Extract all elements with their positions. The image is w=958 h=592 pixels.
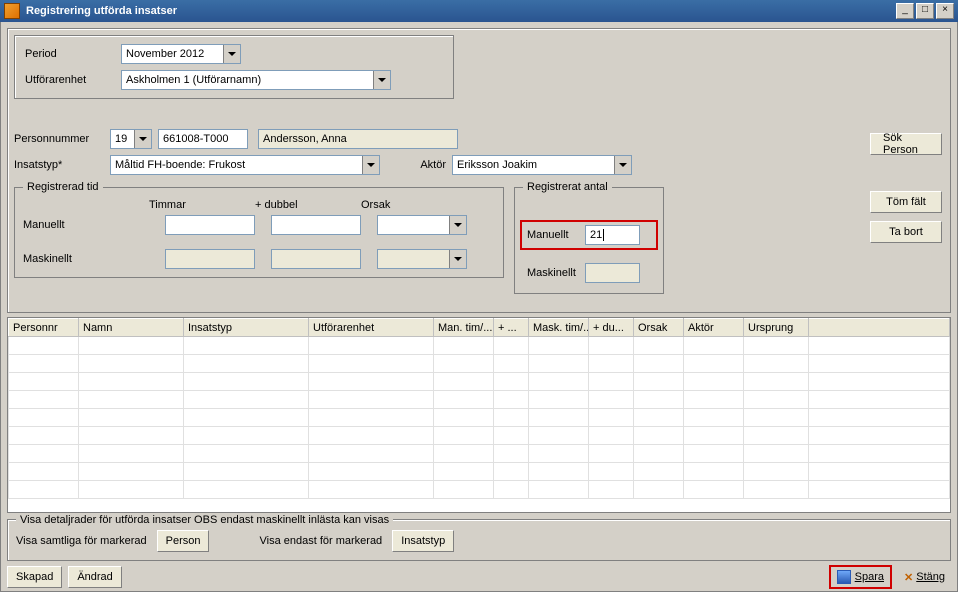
table-row[interactable]: [9, 391, 950, 409]
titlebar: Registrering utförda insatser _ □ ×: [0, 0, 958, 22]
insatstyp-button[interactable]: Insatstyp: [392, 530, 454, 552]
period-label: Period: [25, 48, 115, 60]
pnr-value: 661008-T000: [163, 133, 228, 145]
grid-header[interactable]: Man. tim/...: [434, 319, 494, 337]
plus-dubbel-label: + dubbel: [255, 199, 345, 211]
maskinellt-timmar-display: [165, 249, 255, 269]
insatstyp-select[interactable]: Måltid FH-boende: Frukost: [110, 155, 380, 175]
maximize-button[interactable]: □: [916, 3, 934, 19]
detail-legend: Visa detaljrader för utförda insatser OB…: [16, 514, 393, 526]
stang-button[interactable]: ✕ Stäng: [898, 568, 951, 587]
grid-header[interactable]: Aktör: [684, 319, 744, 337]
period-panel: Period November 2012 Utförarenhet Askhol…: [14, 35, 454, 99]
insatstyp-label: Insatstyp*: [14, 159, 104, 171]
registrerad-tid-fieldset: Registrerad tid Timmar + dubbel Orsak Ma…: [14, 181, 504, 278]
stang-label: Stäng: [916, 571, 945, 583]
grid-header[interactable]: + ...: [494, 319, 529, 337]
aktor-label: Aktör: [406, 159, 446, 171]
table-row[interactable]: [9, 373, 950, 391]
utforarenhet-value: Askholmen 1 (Utförarnamn): [126, 74, 261, 86]
insatstyp-value: Måltid FH-boende: Frukost: [115, 159, 245, 171]
manuellt-antal-input[interactable]: 21: [585, 225, 640, 245]
personnummer-label: Personnummer: [14, 133, 104, 145]
manuellt-antal-value: 21: [590, 229, 602, 241]
reg-antal-legend: Registrerat antal: [523, 181, 612, 193]
results-grid[interactable]: PersonnrNamnInsatstypUtförarenhetMan. ti…: [7, 317, 951, 513]
chevron-down-icon: [373, 71, 390, 89]
manuellt-orsak-select[interactable]: [377, 215, 467, 235]
side-buttons: Sök Person Töm fält Ta bort: [870, 133, 942, 243]
visa-endast-label: Visa endast för markerad: [259, 535, 382, 547]
grid-header[interactable]: Orsak: [634, 319, 684, 337]
chevron-down-icon: [362, 156, 379, 174]
grid-header[interactable]: Mask. tim/...: [529, 319, 589, 337]
registrerat-antal-fieldset: Registrerat antal Manuellt 21 Maskinellt: [514, 181, 664, 294]
close-window-button[interactable]: ×: [936, 3, 954, 19]
chevron-down-icon: [449, 250, 466, 268]
grid-header-spacer: [809, 319, 950, 337]
century-select[interactable]: 19: [110, 129, 152, 149]
grid-header[interactable]: Namn: [79, 319, 184, 337]
aktor-select[interactable]: Eriksson Joakim: [452, 155, 632, 175]
grid-header[interactable]: Insatstyp: [184, 319, 309, 337]
spara-button[interactable]: Spara: [829, 565, 892, 589]
table-row[interactable]: [9, 427, 950, 445]
window-body: Period November 2012 Utförarenhet Askhol…: [0, 22, 958, 592]
manuellt-antal-label: Manuellt: [527, 229, 577, 241]
ta-bort-button[interactable]: Ta bort: [870, 221, 942, 243]
chevron-down-icon: [134, 130, 151, 148]
reg-tid-legend: Registrerad tid: [23, 181, 103, 193]
grid-header[interactable]: Personnr: [9, 319, 79, 337]
person-name-display: Andersson, Anna: [258, 129, 458, 149]
detail-panel: Visa detaljrader för utförda insatser OB…: [7, 519, 951, 561]
utforarenhet-label: Utförarenhet: [25, 74, 115, 86]
manuellt-antal-row: Manuellt 21: [523, 223, 655, 247]
table-row[interactable]: [9, 337, 950, 355]
visa-samtliga-label: Visa samtliga för markerad: [16, 535, 147, 547]
chevron-down-icon: [614, 156, 631, 174]
chevron-down-icon: [449, 216, 466, 234]
grid-header[interactable]: Utförarenhet: [309, 319, 434, 337]
timmar-label: Timmar: [149, 199, 239, 211]
table-row[interactable]: [9, 481, 950, 499]
footer: Skapad Ändrad Spara ✕ Stäng: [7, 565, 951, 589]
spara-label: Spara: [855, 571, 884, 583]
maskinellt-orsak-select: [377, 249, 467, 269]
top-panel: Period November 2012 Utförarenhet Askhol…: [7, 28, 951, 313]
minimize-button[interactable]: _: [896, 3, 914, 19]
save-icon: [837, 570, 851, 584]
table-row[interactable]: [9, 463, 950, 481]
grid-header[interactable]: Ursprung: [744, 319, 809, 337]
andrad-button[interactable]: Ändrad: [68, 566, 121, 588]
century-value: 19: [115, 133, 127, 145]
maskinellt-dubbel-display: [271, 249, 361, 269]
maskinellt-antal-label: Maskinellt: [527, 267, 577, 279]
text-cursor: [603, 229, 604, 241]
close-icon: ✕: [904, 571, 913, 584]
skapad-button[interactable]: Skapad: [7, 566, 62, 588]
grid-header[interactable]: + du...: [589, 319, 634, 337]
table-row[interactable]: [9, 409, 950, 427]
manuellt-dubbel-input[interactable]: [271, 215, 361, 235]
maskinellt-antal-display: [585, 263, 640, 283]
person-button[interactable]: Person: [157, 530, 210, 552]
aktor-value: Eriksson Joakim: [457, 159, 537, 171]
period-select[interactable]: November 2012: [121, 44, 241, 64]
maskinellt-label: Maskinellt: [23, 253, 78, 265]
utforarenhet-select[interactable]: Askholmen 1 (Utförarnamn): [121, 70, 391, 90]
table-row[interactable]: [9, 445, 950, 463]
tom-falt-button[interactable]: Töm fält: [870, 191, 942, 213]
table-row[interactable]: [9, 355, 950, 373]
manuellt-timmar-input[interactable]: [165, 215, 255, 235]
orsak-label: Orsak: [361, 199, 451, 211]
sok-person-button[interactable]: Sök Person: [870, 133, 942, 155]
period-value: November 2012: [126, 48, 204, 60]
app-icon: [4, 3, 20, 19]
window-title: Registrering utförda insatser: [26, 5, 896, 17]
manuellt-label: Manuellt: [23, 219, 78, 231]
chevron-down-icon: [223, 45, 240, 63]
pnr-input[interactable]: 661008-T000: [158, 129, 248, 149]
person-name-value: Andersson, Anna: [263, 133, 347, 145]
